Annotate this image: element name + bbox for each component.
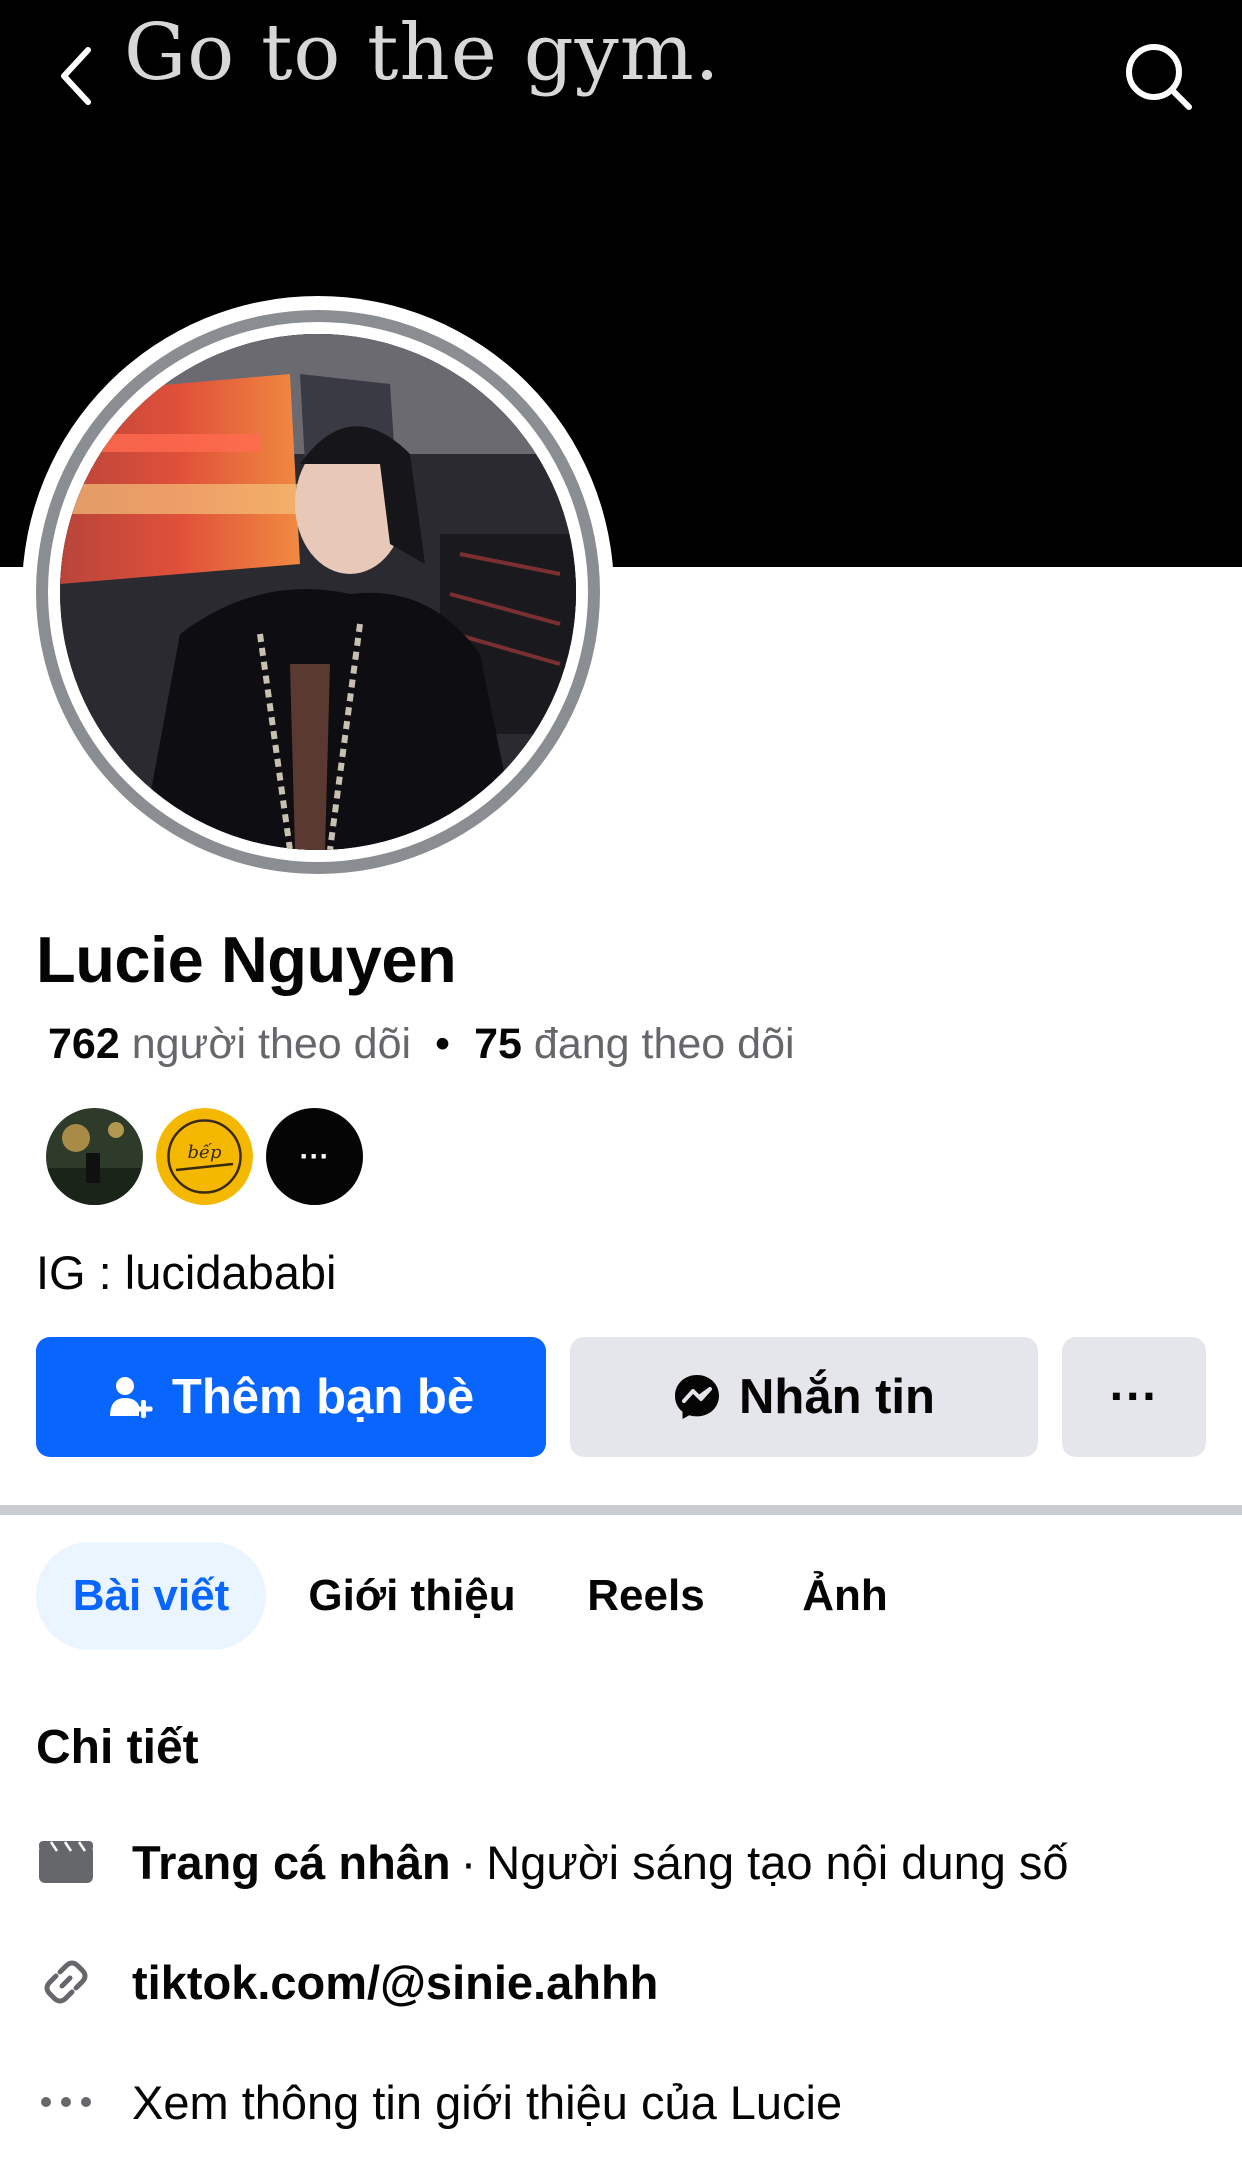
- tab-photos-label: Ảnh: [802, 1571, 888, 1620]
- followers-label: người theo dõi: [131, 1020, 412, 1068]
- add-friend-icon: [108, 1374, 154, 1420]
- back-button[interactable]: [44, 38, 108, 118]
- add-friend-label: Thêm bạn bè: [171, 1370, 475, 1424]
- detail-link[interactable]: tiktok.com/@sinie.ahhh: [36, 1942, 658, 2022]
- message-label: Nhắn tin: [739, 1370, 935, 1424]
- follow-stats: 762 người theo dõi • 75 đang theo dõi: [48, 1020, 795, 1069]
- followers-count: 762: [48, 1020, 120, 1068]
- following-count: 75: [474, 1020, 522, 1068]
- more-actions-button[interactable]: ···: [1062, 1337, 1206, 1457]
- profile-bio: IG : lucidababi: [36, 1246, 337, 1299]
- cover-text: Go to the gym.: [124, 8, 721, 98]
- tab-posts[interactable]: Bài viết: [36, 1542, 266, 1650]
- more-dots-icon: ···: [1109, 1370, 1159, 1424]
- page-type-separator: ·: [460, 1835, 477, 1889]
- following-label: đang theo dõi: [533, 1020, 795, 1068]
- more-dots-icon: ···: [299, 1139, 330, 1173]
- tab-posts-label: Bài viết: [72, 1571, 230, 1620]
- followers-link[interactable]: 762 người theo dõi: [48, 1020, 411, 1068]
- page-type-icon: [36, 1832, 96, 1892]
- featured-avatar-2[interactable]: bếp: [156, 1108, 253, 1205]
- chevron-left-icon: [56, 44, 96, 113]
- detail-page-type: Trang cá nhân · Người sáng tạo nội dung số: [36, 1822, 1069, 1902]
- more-dots-icon: [36, 2072, 96, 2132]
- section-divider: [0, 1505, 1242, 1515]
- link-text: tiktok.com/@sinie.ahhh: [132, 1955, 659, 2009]
- see-more-text: Xem thông tin giới thiệu của Lucie: [132, 2075, 843, 2129]
- tab-reels-label: Reels: [587, 1571, 705, 1620]
- featured-badge-text: bếp: [187, 1142, 222, 1163]
- messenger-icon: [673, 1373, 721, 1421]
- featured-avatar-1[interactable]: [46, 1108, 143, 1205]
- tab-reels[interactable]: Reels: [566, 1542, 726, 1650]
- link-icon: [36, 1952, 96, 2012]
- search-button[interactable]: [1118, 38, 1198, 118]
- following-link[interactable]: 75 đang theo dõi: [474, 1020, 794, 1068]
- detail-see-more[interactable]: Xem thông tin giới thiệu của Lucie: [36, 2062, 842, 2142]
- message-button[interactable]: Nhắn tin: [570, 1337, 1038, 1457]
- tab-about-label: Giới thiệu: [308, 1571, 516, 1620]
- details-title: Chi tiết: [36, 1721, 199, 1774]
- featured-more-button[interactable]: ···: [266, 1108, 363, 1205]
- search-icon: [1122, 40, 1194, 117]
- avatar[interactable]: [60, 334, 576, 850]
- page-type-bold: Trang cá nhân: [132, 1835, 451, 1889]
- add-friend-button[interactable]: Thêm bạn bè: [36, 1337, 546, 1457]
- profile-name: Lucie Nguyen: [36, 923, 457, 996]
- tab-photos[interactable]: Ảnh: [790, 1542, 900, 1650]
- stats-separator: •: [435, 1020, 451, 1068]
- page-type-text: Người sáng tạo nội dung số: [486, 1835, 1069, 1889]
- tab-about[interactable]: Giới thiệu: [292, 1542, 532, 1650]
